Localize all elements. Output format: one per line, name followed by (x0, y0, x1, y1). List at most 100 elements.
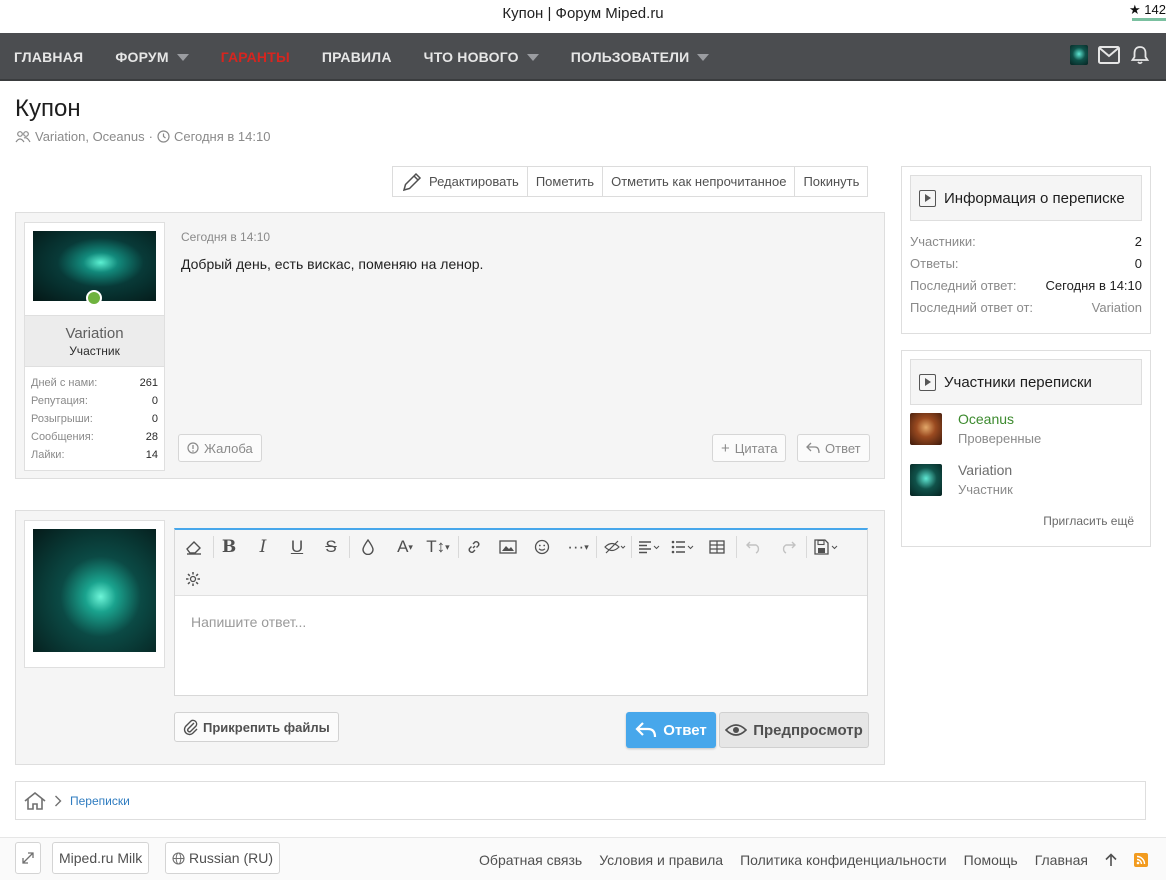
send-reply-button[interactable]: Ответ (626, 712, 716, 748)
message-time[interactable]: Сегодня в 14:10 (181, 230, 270, 244)
message-user-card: Variation Участник Дней с нами: 261 Репут… (24, 222, 165, 471)
eraser-icon[interactable] (183, 536, 205, 558)
stat-label: Сообщения: (31, 431, 94, 443)
info-value[interactable]: Сегодня в 14:10 (1046, 275, 1142, 297)
expand-icon (22, 852, 34, 864)
strikethrough-icon[interactable]: S (320, 536, 342, 558)
paperclip-icon (183, 719, 198, 736)
leave-button[interactable]: Покинуть (795, 167, 867, 196)
font-size-icon[interactable]: T↕ ▾ (423, 536, 453, 558)
help-link[interactable]: Помощь (964, 852, 1018, 868)
preview-button[interactable]: Предпросмотр (719, 712, 869, 748)
expand-width-button[interactable] (15, 842, 41, 874)
message-text: Добрый день, есть вискас, поменяю на лен… (181, 256, 484, 272)
align-icon[interactable] (635, 536, 665, 558)
nav-item-label: ФОРУМ (115, 49, 169, 65)
info-row: Последний ответ от: Variation (910, 297, 1142, 319)
nav-item-whats-new[interactable]: ЧТО НОВОГО (410, 33, 539, 81)
settings-gear-icon[interactable] (182, 568, 204, 590)
send-label: Ответ (663, 721, 707, 739)
conversation-time[interactable]: Сегодня в 14:10 (174, 129, 270, 144)
user-avatar[interactable] (1070, 45, 1088, 65)
participant-item[interactable]: Oceanus Проверенные (910, 411, 1142, 449)
more-options-icon[interactable]: ··· ▾ (563, 536, 593, 558)
chevron-right-icon (55, 795, 62, 806)
nav-item-rules[interactable]: ПРАВИЛА (308, 33, 392, 81)
conversation-info-header[interactable]: Информация о переписке (910, 175, 1142, 221)
avatar[interactable] (910, 413, 942, 445)
nav-item-users[interactable]: ПОЛЬЗОВАТЕЛИ (557, 33, 710, 81)
attach-label: Прикрепить файлы (203, 719, 330, 735)
edit-button[interactable]: Редактировать (393, 167, 528, 196)
breadcrumb-conversations[interactable]: Переписки (70, 794, 130, 808)
participants-text[interactable]: Variation, Oceanus (35, 129, 145, 144)
privacy-link[interactable]: Политика конфиденциальности (740, 852, 947, 868)
window-titlebar: Купон | Форум Miped.ru ★ 142 (0, 0, 1166, 33)
link-icon[interactable] (463, 536, 485, 558)
style-label: Miped.ru Milk (59, 850, 143, 866)
participant-name[interactable]: Oceanus (958, 411, 1014, 427)
terms-link[interactable]: Условия и правила (599, 852, 723, 868)
chevron-down-icon[interactable] (176, 53, 189, 61)
avatar[interactable] (33, 529, 156, 652)
envelope-icon[interactable] (1098, 46, 1120, 64)
font-family-icon[interactable]: A ▾ (390, 536, 420, 558)
rich-text-editor[interactable]: B I U S A ▾ T↕ ▾ ··· ▾ Напишите ответ... (174, 528, 868, 696)
collapse-toggle-icon[interactable] (919, 189, 936, 207)
reply-button[interactable]: Ответ (797, 434, 870, 462)
avatar[interactable] (910, 464, 942, 496)
conversation-info-block: Информация о переписке Участники: 2 Ответ… (901, 166, 1151, 334)
user-stats: Дней с нами: 261 Репутация: 0 Розыгрыши: 0 … (31, 374, 158, 464)
arrow-up-icon[interactable] (1105, 852, 1117, 867)
conversation-actions: Редактировать Пометить Отметить как непр… (392, 166, 869, 197)
mark-unread-button[interactable]: Отметить как непрочитанное (603, 167, 796, 196)
undo-icon[interactable] (743, 536, 765, 558)
stat-row: Розыгрыши: 0 (31, 410, 158, 428)
alert-icon (187, 442, 199, 454)
home-icon[interactable] (24, 791, 46, 810)
list-icon[interactable] (669, 536, 699, 558)
stat-label: Дней с нами: (31, 377, 98, 389)
bold-icon[interactable]: B (218, 536, 240, 558)
reply-placeholder[interactable]: Напишите ответ... (191, 614, 306, 630)
invite-more-link[interactable]: Пригласить ещё (1043, 514, 1134, 528)
edit-label: Редактировать (429, 174, 519, 189)
hide-content-icon[interactable] (600, 536, 630, 558)
collapse-toggle-icon[interactable] (919, 373, 936, 391)
feedback-link[interactable]: Обратная связь (479, 852, 582, 868)
participant-name[interactable]: Variation (958, 462, 1012, 478)
smiley-icon[interactable] (531, 536, 553, 558)
attach-files-button[interactable]: Прикрепить файлы (174, 712, 339, 742)
info-value[interactable]: Variation (1092, 297, 1142, 319)
globe-icon (172, 851, 185, 865)
chevron-down-icon[interactable] (697, 53, 710, 61)
rss-icon[interactable] (1134, 852, 1148, 867)
nav-item-forum[interactable]: ФОРУМ (101, 33, 189, 81)
nav-item-label: ПРАВИЛА (321, 49, 392, 65)
reply-icon (635, 722, 657, 738)
report-button[interactable]: Жалоба (178, 434, 262, 462)
rating-widget[interactable]: ★ 142 (1129, 0, 1166, 21)
chevron-down-icon[interactable] (526, 53, 539, 61)
color-drop-icon[interactable] (357, 536, 379, 558)
bell-icon[interactable] (1130, 45, 1150, 65)
nav-item-home[interactable]: ГЛАВНАЯ (0, 33, 83, 81)
username[interactable]: Variation (25, 325, 164, 342)
underline-icon[interactable]: U (286, 536, 308, 558)
table-icon[interactable] (706, 536, 728, 558)
nav-item-label: ЧТО НОВОГО (423, 49, 519, 65)
redo-icon[interactable] (777, 536, 799, 558)
home-link[interactable]: Главная (1035, 852, 1088, 868)
image-icon[interactable] (497, 536, 519, 558)
drafts-icon[interactable] (812, 536, 842, 558)
participants-header[interactable]: Участники переписки (910, 359, 1142, 405)
mark-button[interactable]: Пометить (528, 167, 604, 196)
nav-item-guarantors[interactable]: ГАРАНТЫ (207, 33, 290, 81)
language-chooser-button[interactable]: Russian (RU) (165, 842, 281, 874)
quote-button[interactable]: + Цитата (712, 434, 787, 462)
italic-icon[interactable]: I (252, 536, 274, 558)
style-chooser-button[interactable]: Miped.ru Milk (52, 842, 150, 874)
participant-item[interactable]: Variation Участник (910, 462, 1142, 500)
clock-icon (157, 130, 170, 143)
breadcrumb: Переписки (15, 781, 1146, 820)
